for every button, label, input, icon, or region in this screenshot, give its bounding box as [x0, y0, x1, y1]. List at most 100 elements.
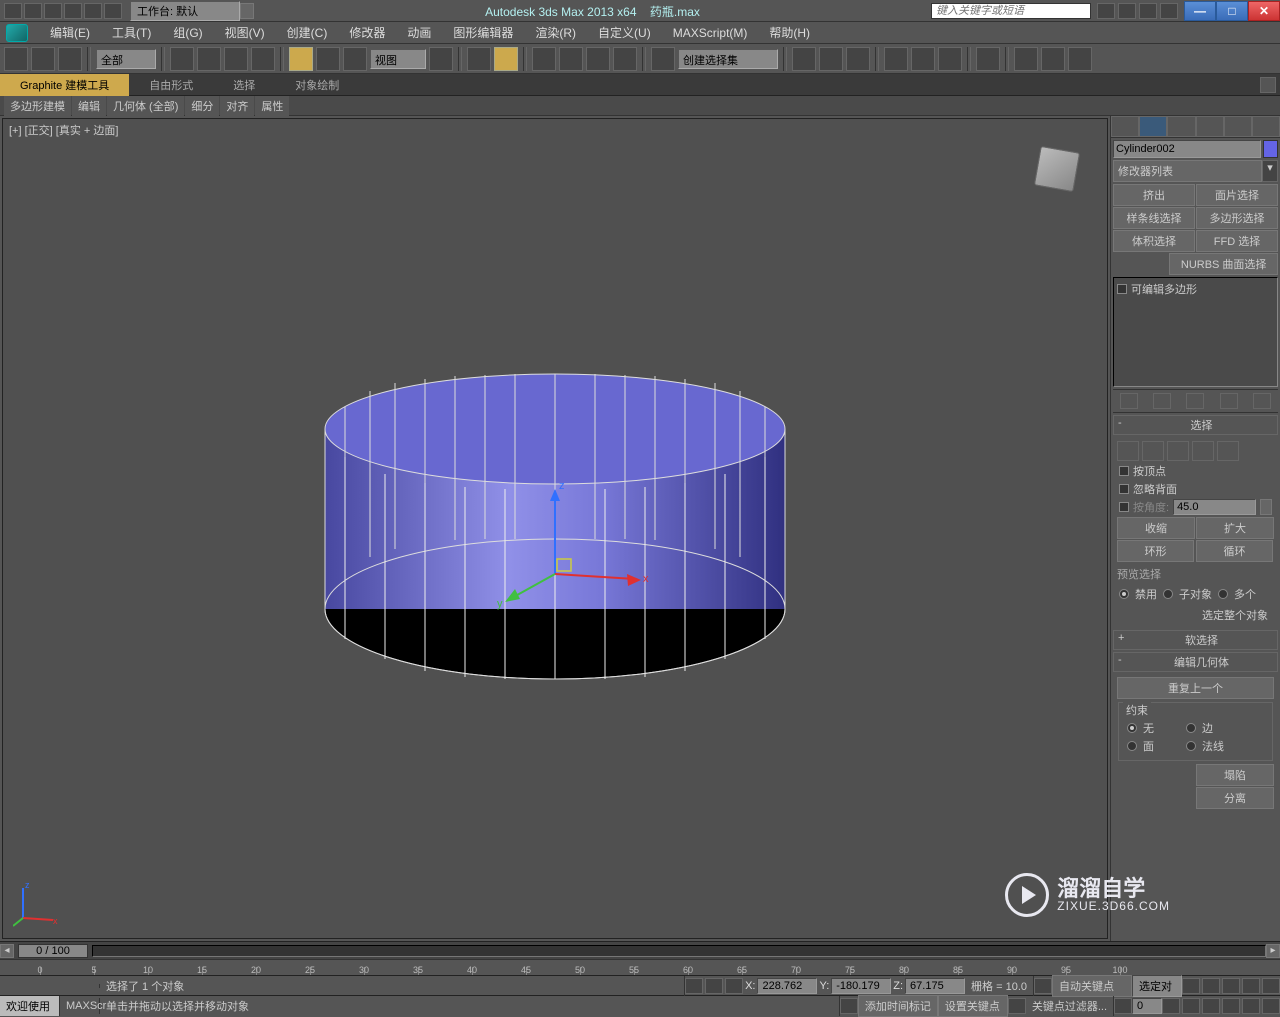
select-rotate-button[interactable]: [316, 47, 340, 71]
manipulate-button[interactable]: [467, 47, 491, 71]
cmd-tab-create[interactable]: [1111, 116, 1139, 137]
constraint-none-radio[interactable]: [1127, 723, 1137, 733]
select-scale-button[interactable]: [343, 47, 367, 71]
preview-disable-radio[interactable]: [1119, 589, 1129, 599]
menu-help[interactable]: 帮助(H): [759, 22, 820, 43]
snap-3d-button[interactable]: [532, 47, 556, 71]
layers-button[interactable]: [846, 47, 870, 71]
stack-item-editable-poly[interactable]: 可编辑多边形: [1117, 281, 1274, 297]
menu-create[interactable]: 创建(C): [277, 22, 338, 43]
key-filters-label[interactable]: 关键点过滤器...: [1026, 996, 1114, 1016]
ring-button[interactable]: 环形: [1117, 540, 1194, 562]
cmd-tab-modify[interactable]: [1139, 116, 1167, 137]
rollout-selection-header[interactable]: -选择: [1113, 415, 1278, 435]
z-field[interactable]: 67.175: [905, 978, 965, 994]
menu-modifiers[interactable]: 修改器: [339, 22, 395, 43]
spinner-snap-button[interactable]: [613, 47, 637, 71]
shrink-button[interactable]: 收缩: [1117, 517, 1195, 539]
select-by-name-button[interactable]: [197, 47, 221, 71]
timeline-prev[interactable]: ◂: [0, 944, 14, 958]
y-field[interactable]: -180.179: [831, 978, 891, 994]
select-move-button[interactable]: [289, 47, 313, 71]
stack-expand-icon[interactable]: [1117, 284, 1127, 294]
subobj-border-button[interactable]: [1167, 441, 1189, 461]
fov-button[interactable]: [1222, 998, 1240, 1014]
rollout-softselect-header[interactable]: +软选择: [1113, 630, 1278, 650]
modifier-stack[interactable]: 可编辑多边形: [1113, 277, 1278, 387]
redo-button[interactable]: [31, 47, 55, 71]
btn-volume-select[interactable]: 体积选择: [1113, 230, 1195, 252]
add-time-tag-button[interactable]: 添加时间标记: [858, 995, 938, 1017]
subobj-vertex-button[interactable]: [1117, 441, 1139, 461]
align-button[interactable]: [819, 47, 843, 71]
ribbon-sub-properties[interactable]: 属性: [255, 96, 289, 116]
make-unique-button[interactable]: [1186, 393, 1204, 409]
menu-group[interactable]: 组(G): [163, 22, 212, 43]
help-toggle-icon[interactable]: [1160, 3, 1178, 19]
ignore-backfacing-checkbox[interactable]: 忽略背面: [1119, 481, 1276, 497]
ribbon-tab-freeform[interactable]: 自由形式: [129, 74, 213, 96]
loop-button[interactable]: 循环: [1196, 540, 1273, 562]
ribbon-sub-geometry[interactable]: 几何体 (全部): [107, 96, 184, 116]
x-field[interactable]: 228.762: [757, 978, 817, 994]
preview-subobj-radio[interactable]: [1163, 589, 1173, 599]
curve-editor-button[interactable]: [884, 47, 908, 71]
cmd-tab-hierarchy[interactable]: [1167, 116, 1195, 137]
current-frame-field[interactable]: 0: [1132, 998, 1162, 1014]
set-key-button[interactable]: 设置关键点: [938, 995, 1008, 1017]
preview-multi-radio[interactable]: [1218, 589, 1228, 599]
max-toggle-button[interactable]: [1262, 998, 1280, 1014]
zoom-extents-button[interactable]: [1202, 998, 1220, 1014]
menu-tools[interactable]: 工具(T): [102, 22, 161, 43]
ribbon-sub-polymodel[interactable]: 多边形建模: [4, 96, 71, 116]
window-maximize[interactable]: □: [1216, 1, 1248, 21]
named-selection-dropdown[interactable]: 创建选择集: [678, 49, 778, 69]
window-minimize[interactable]: —: [1184, 1, 1216, 21]
pin-stack-button[interactable]: [1120, 393, 1138, 409]
goto-start-button[interactable]: [1182, 978, 1200, 994]
viewport-label[interactable]: [+] [正交] [真实 + 边面]: [9, 122, 118, 138]
angle-spinner[interactable]: [1260, 499, 1272, 515]
link-button[interactable]: [58, 47, 82, 71]
select-region-button[interactable]: [224, 47, 248, 71]
grow-button[interactable]: 扩大: [1196, 517, 1274, 539]
render-frame-button[interactable]: [1014, 47, 1038, 71]
btn-ffd-select[interactable]: FFD 选择: [1196, 230, 1278, 252]
refcoord-dropdown[interactable]: 视图: [370, 49, 426, 69]
ribbon-tab-objectpaint[interactable]: 对象绘制: [275, 74, 359, 96]
app-logo-icon[interactable]: [6, 24, 28, 42]
ribbon-sub-align[interactable]: 对齐: [220, 96, 254, 116]
render-production-button[interactable]: [1041, 47, 1065, 71]
time-slider[interactable]: 0 / 100: [18, 944, 88, 958]
timeline-track[interactable]: [92, 945, 1266, 957]
menu-views[interactable]: 视图(V): [215, 22, 275, 43]
key-mode-icon[interactable]: [1034, 978, 1052, 994]
goto-end-button[interactable]: [1262, 978, 1280, 994]
btn-poly-select[interactable]: 多边形选择: [1196, 207, 1278, 229]
key-filters-icon[interactable]: [1008, 998, 1026, 1014]
maxscript-listener[interactable]: MAXScr: [60, 998, 100, 1014]
edit-named-sel-button[interactable]: [651, 47, 675, 71]
angle-field[interactable]: 45.0: [1173, 499, 1256, 515]
cmd-tab-motion[interactable]: [1196, 116, 1224, 137]
subobj-element-button[interactable]: [1217, 441, 1239, 461]
constraint-normal-radio[interactable]: [1186, 741, 1196, 751]
use-center-button[interactable]: [429, 47, 453, 71]
ribbon-collapse-icon[interactable]: [1260, 77, 1276, 93]
isolate-icon[interactable]: [705, 978, 723, 994]
viewport-perspective[interactable]: [+] [正交] [真实 + 边面]: [2, 118, 1108, 939]
btn-face-select[interactable]: 面片选择: [1196, 184, 1278, 206]
show-result-button[interactable]: [1153, 393, 1171, 409]
by-vertex-checkbox[interactable]: 按顶点: [1119, 463, 1276, 479]
object-color-swatch[interactable]: [1263, 140, 1278, 158]
subobj-polygon-button[interactable]: [1192, 441, 1214, 461]
rollout-editgeom-header[interactable]: -编辑几何体: [1113, 652, 1278, 672]
repeat-last-button[interactable]: 重复上一个: [1117, 677, 1274, 699]
cmd-tab-display[interactable]: [1224, 116, 1252, 137]
modifier-list-arrow[interactable]: ▾: [1262, 160, 1278, 182]
workspace-dd-arrow[interactable]: [240, 3, 254, 19]
comm-center-icon[interactable]: [840, 998, 858, 1014]
select-object-button[interactable]: [170, 47, 194, 71]
menu-rendering[interactable]: 渲染(R): [525, 22, 586, 43]
btn-spline-select[interactable]: 样条线选择: [1113, 207, 1195, 229]
